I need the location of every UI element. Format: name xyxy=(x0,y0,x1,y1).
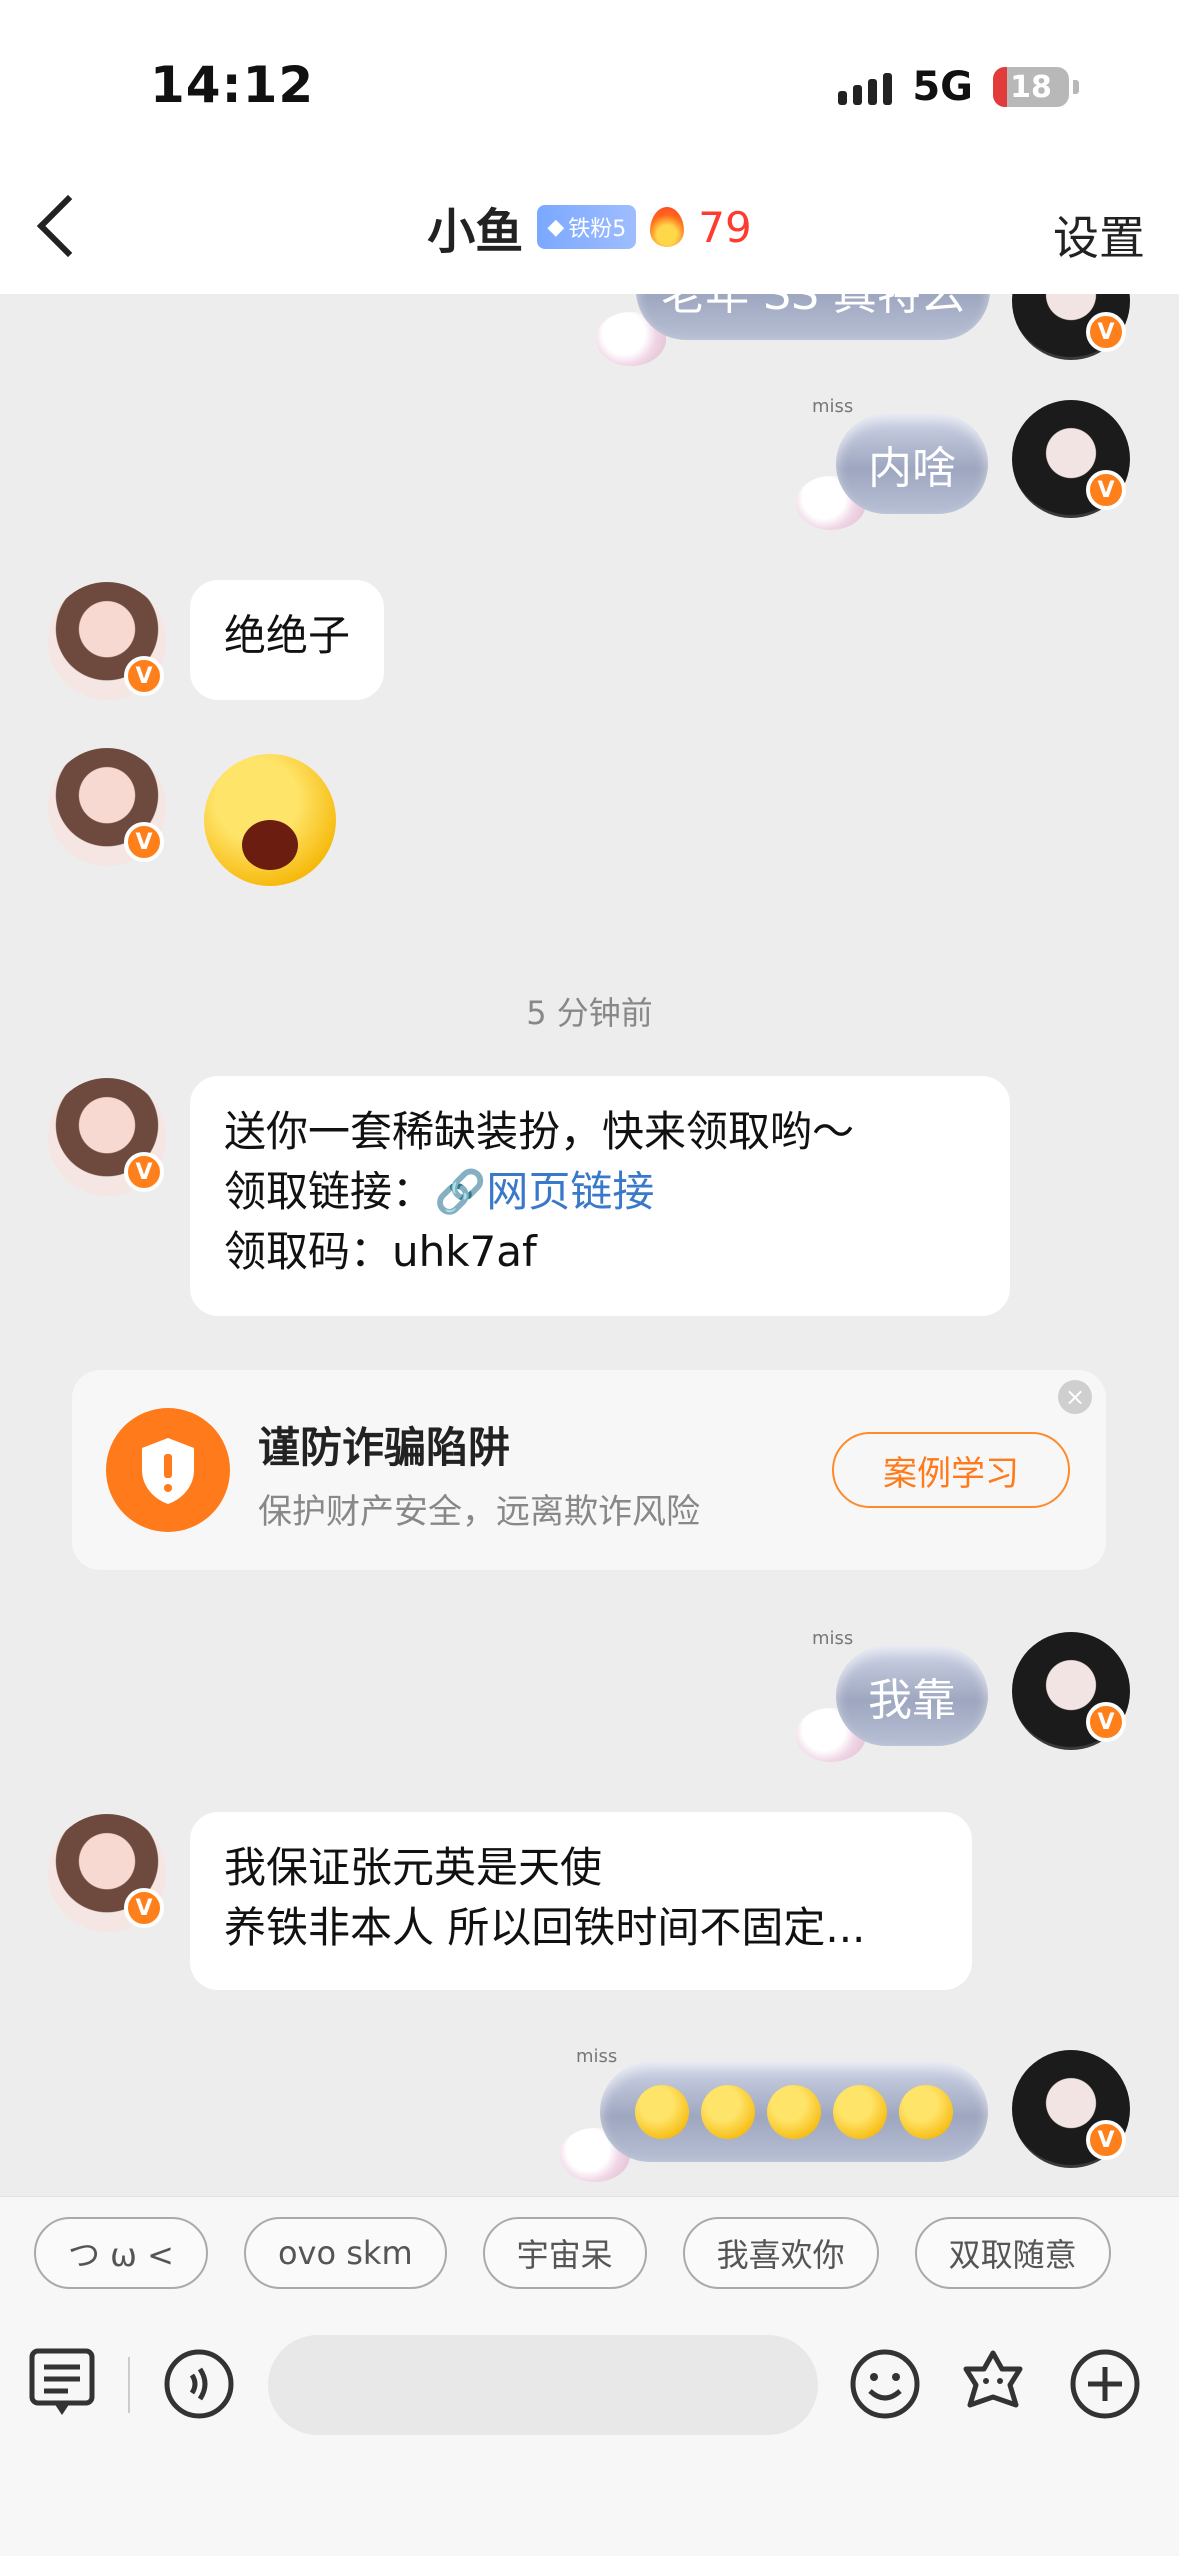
fire-icon xyxy=(650,207,685,247)
message-bubble-left[interactable]: 我保证张元英是天使 养铁非本人 所以回铁时间不固定... xyxy=(190,1812,972,1990)
chat-title[interactable]: 小鱼 xyxy=(427,192,523,262)
verified-badge-icon: V xyxy=(124,1888,164,1928)
link-label: 领取链接： xyxy=(224,1167,435,1216)
battery-nub xyxy=(1073,80,1079,94)
quick-reply-row: つ ω < ovo skm 宇宙呆 我喜欢你 双取随意 xyxy=(34,2217,1111,2289)
status-indicators: 5G 18 xyxy=(838,64,1079,110)
message-line: 领取码：uhk7af xyxy=(224,1227,537,1276)
quick-reply-chip[interactable]: つ ω < xyxy=(34,2217,208,2289)
message-bubble-right[interactable]: 我靠 xyxy=(836,1646,988,1746)
close-icon[interactable]: × xyxy=(1058,1380,1092,1414)
fan-badge[interactable]: ◆ 铁粉5 xyxy=(537,205,637,249)
message-timestamp: 5 分钟前 xyxy=(526,994,653,1032)
input-row xyxy=(0,2325,1179,2445)
top-bar: 14:12 5G 18 小鱼 ◆ 铁粉5 79 设置 xyxy=(0,0,1179,294)
battery-icon: 18 xyxy=(993,67,1069,107)
verified-badge-icon: V xyxy=(124,822,164,862)
signal-icon xyxy=(838,69,893,105)
plus-icon[interactable] xyxy=(1068,2347,1142,2421)
message-line: 送你一套稀缺装扮，快来领取哟～ xyxy=(224,1107,855,1156)
message-bubble-left[interactable]: 送你一套稀缺装扮，快来领取哟～ 领取链接：🔗网页链接 领取码：uhk7af xyxy=(190,1076,1010,1316)
notice-title: 谨防诈骗陷阱 xyxy=(258,1423,511,1472)
sticker-svg xyxy=(963,2350,1023,2408)
message-line: 我保证张元英是天使 xyxy=(224,1843,603,1892)
settings-button[interactable]: 设置 xyxy=(1053,202,1145,268)
quick-reply-chip[interactable]: ovo skm xyxy=(243,2217,447,2289)
message-bubble-left[interactable]: 绝绝子 xyxy=(190,580,385,700)
verified-badge-icon: V xyxy=(1086,2120,1126,2160)
emoji-svg xyxy=(850,2349,920,2419)
network-label: 5G xyxy=(912,64,973,110)
chat-header: 小鱼 ◆ 铁粉5 79 xyxy=(0,192,1179,262)
fan-badge-label: 铁粉5 xyxy=(568,217,627,242)
shield-svg xyxy=(142,1438,194,1504)
link-icon: 🔗 xyxy=(434,1167,487,1216)
battery-text: 18 xyxy=(1010,69,1052,105)
voice-svg xyxy=(164,2349,234,2419)
menu-icon[interactable] xyxy=(28,2347,102,2421)
fraud-notice-card: 谨防诈骗陷阱 保护财产安全，远离欺诈风险 案例学习 × xyxy=(72,1370,1106,1570)
crying-emoji-icon xyxy=(701,2085,755,2139)
chat-area[interactable]: 老年 SS 真特么 V miss 内啥 V V 绝绝子 V 5 分钟前 V 送你… xyxy=(0,294,1179,2196)
crying-emoji-icon xyxy=(899,2085,953,2139)
status-time: 14:12 xyxy=(150,56,315,114)
sticker-icon[interactable] xyxy=(956,2347,1030,2421)
miss-tag: miss xyxy=(812,396,854,417)
message-bubble-right[interactable]: 内啥 xyxy=(836,414,988,514)
case-study-button[interactable]: 案例学习 xyxy=(832,1432,1070,1508)
miss-tag: miss xyxy=(812,1628,854,1649)
verified-badge-icon: V xyxy=(1086,470,1126,510)
crying-emoji-icon xyxy=(767,2085,821,2139)
web-link[interactable]: 网页链接 xyxy=(486,1167,654,1216)
message-input[interactable] xyxy=(268,2335,818,2435)
message-line: 养铁非本人 所以回铁时间不固定... xyxy=(224,1903,866,1952)
angry-emoji-icon[interactable] xyxy=(204,754,336,886)
quick-reply-chip[interactable]: 宇宙呆 xyxy=(482,2217,647,2289)
crying-emoji-icon xyxy=(833,2085,887,2139)
notice-subtitle: 保护财产安全，远离欺诈风险 xyxy=(258,1492,700,1532)
streak-count: 79 xyxy=(698,202,752,252)
bottom-bar: つ ω < ovo skm 宇宙呆 我喜欢你 双取随意 xyxy=(0,2196,1179,2556)
quick-reply-chip[interactable]: 双取随意 xyxy=(914,2217,1111,2289)
message-bubble-right[interactable] xyxy=(600,2062,988,2162)
menu-svg xyxy=(29,2348,95,2415)
diamond-icon: ◆ xyxy=(547,214,565,240)
verified-badge-icon: V xyxy=(1086,1702,1126,1742)
emoji-icon[interactable] xyxy=(848,2347,922,2421)
divider xyxy=(128,2357,130,2413)
verified-badge-icon: V xyxy=(124,656,164,696)
crying-emoji-icon xyxy=(635,2085,689,2139)
verified-badge-icon: V xyxy=(124,1152,164,1192)
quick-reply-chip[interactable]: 我喜欢你 xyxy=(682,2217,879,2289)
shield-icon xyxy=(106,1408,230,1532)
message-bubble-right[interactable]: 老年 SS 真特么 xyxy=(636,294,990,340)
plus-svg xyxy=(1070,2349,1140,2419)
miss-tag: miss xyxy=(576,2046,618,2067)
message-line: 领取链接：🔗网页链接 xyxy=(224,1162,976,1222)
verified-badge-icon: V xyxy=(1086,312,1126,352)
voice-icon[interactable] xyxy=(162,2347,236,2421)
